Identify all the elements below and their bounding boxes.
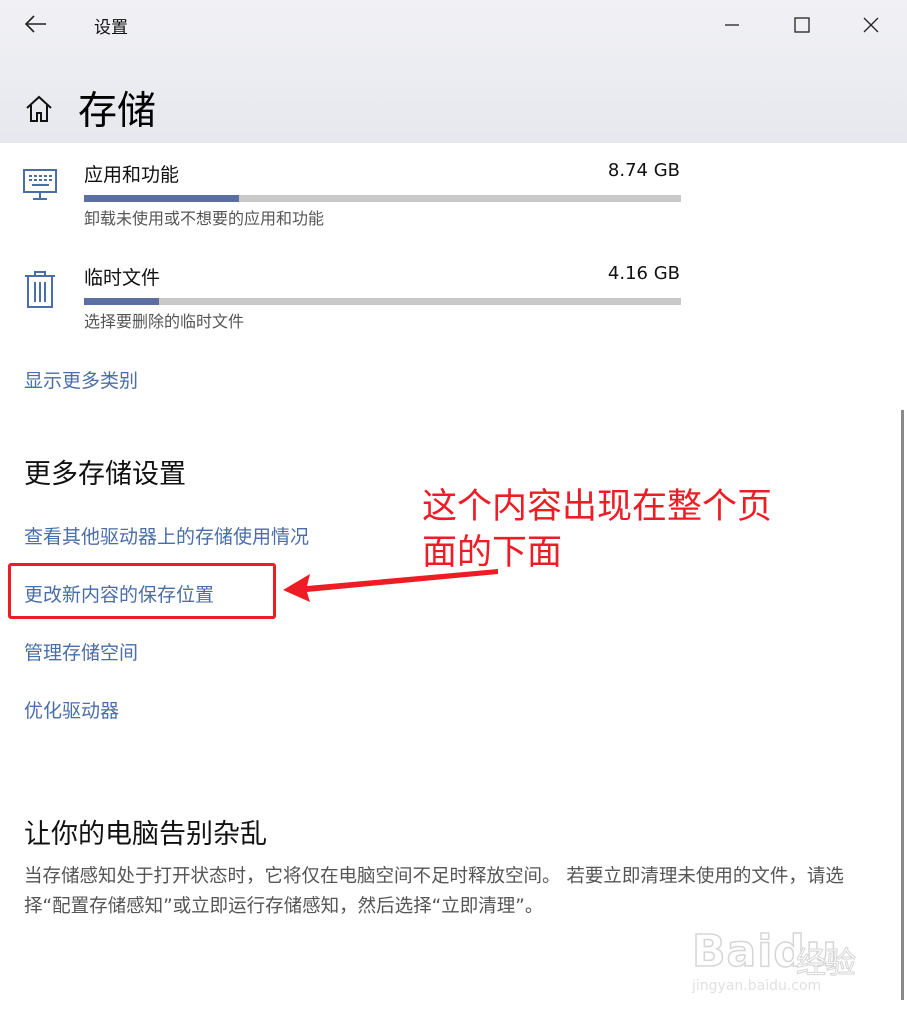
category-description: 卸载未使用或不想要的应用和功能: [84, 209, 325, 228]
baidu-watermark: Baidu 经验 jingyan.baidu.com: [691, 920, 892, 1000]
manage-storage-spaces-link[interactable]: 管理存储空间: [24, 638, 138, 665]
annotation-text: 这个内容出现在整个页面的下面: [422, 487, 773, 573]
close-button[interactable]: [853, 8, 889, 42]
more-storage-settings-heading: 更多存储设置: [24, 459, 186, 490]
category-apps-features[interactable]: 应用和功能 8.74 GB 卸载未使用或不想要的应用和功能: [0, 160, 700, 250]
home-button[interactable]: [24, 94, 54, 124]
watermark-url: jingyan.baidu.com: [692, 978, 822, 994]
keyboard-icon: [22, 168, 60, 212]
back-button[interactable]: [22, 10, 50, 38]
page-title: 存储: [78, 89, 157, 134]
home-icon: [26, 95, 52, 122]
category-name: 临时文件: [84, 267, 161, 289]
usage-bar: [84, 195, 681, 202]
trash-icon: [22, 269, 60, 313]
minimize-button[interactable]: [714, 8, 750, 42]
category-name: 应用和功能: [84, 164, 180, 186]
watermark-jingyan: 经验: [796, 946, 857, 982]
category-temp-files[interactable]: 临时文件 4.16 GB 选择要删除的临时文件: [0, 263, 700, 353]
declutter-description: 当存储感知处于打开状态时，它将仅在电脑空间不足时释放空间。 若要立即清理未使用的…: [24, 866, 844, 917]
annotation-highlight-box: [8, 563, 276, 619]
minimize-icon: [725, 24, 739, 26]
usage-bar: [84, 298, 681, 305]
title-bar: 设置 存储: [0, 0, 907, 143]
optimize-drives-link[interactable]: 优化驱动器: [24, 696, 119, 723]
declutter-heading: 让你的电脑告别杂乱: [24, 819, 267, 850]
back-arrow-icon: [24, 15, 46, 33]
category-size: 8.74 GB: [607, 160, 680, 181]
maximize-button[interactable]: [784, 8, 820, 42]
usage-bar-fill: [84, 298, 159, 305]
category-description: 选择要删除的临时文件: [84, 312, 245, 331]
show-more-categories-link[interactable]: 显示更多类别: [24, 366, 138, 393]
app-title: 设置: [94, 18, 128, 38]
scrollbar[interactable]: [901, 410, 904, 1000]
category-size: 4.16 GB: [607, 263, 680, 284]
close-icon: [863, 17, 879, 33]
usage-bar-fill: [84, 195, 240, 202]
maximize-icon: [794, 17, 810, 33]
view-other-drives-link[interactable]: 查看其他驱动器上的存储使用情况: [24, 522, 309, 549]
